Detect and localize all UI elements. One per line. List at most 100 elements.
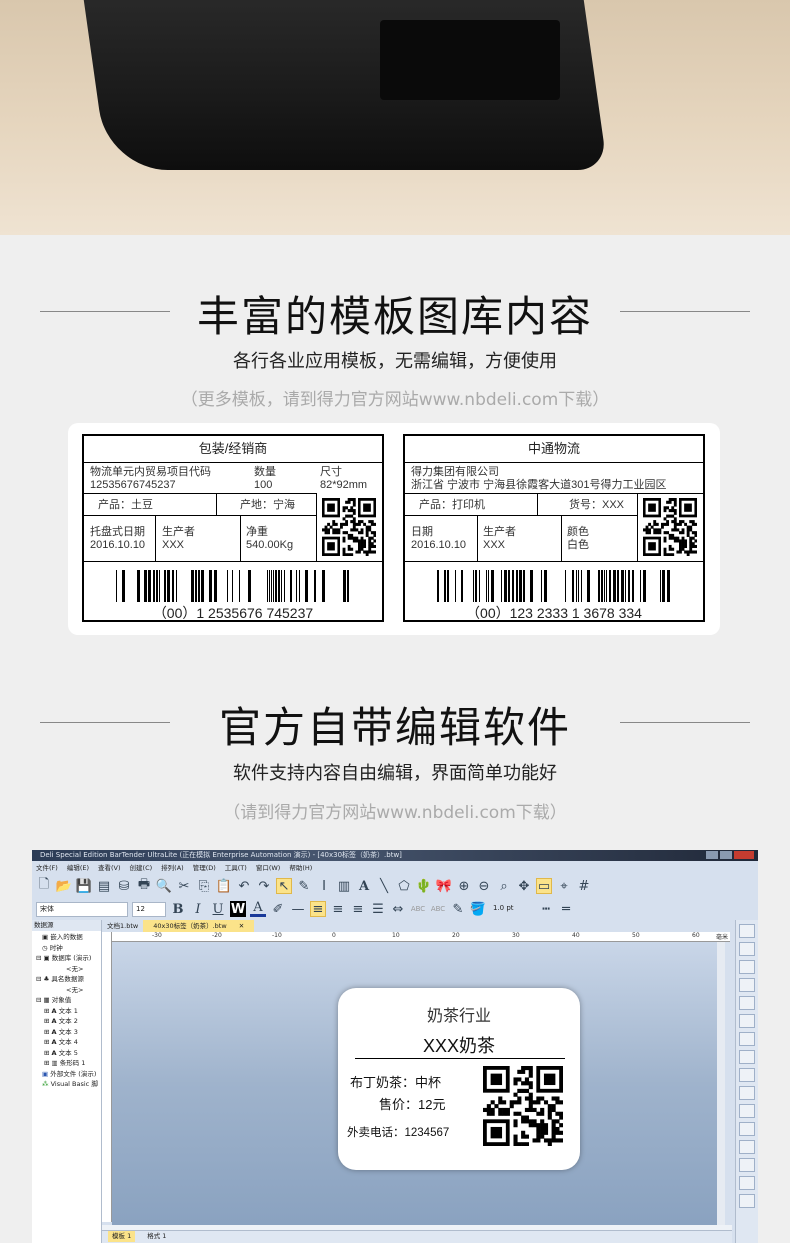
align-tool-button[interactable] [739, 1050, 755, 1064]
undo-icon[interactable]: ↶ [236, 878, 252, 894]
highlight-icon[interactable]: ✐ [270, 901, 286, 917]
vertical-scrollbar[interactable] [717, 942, 725, 1225]
tree-item[interactable]: ⊞ A 文本 4 [36, 1037, 101, 1048]
maximize-button[interactable] [720, 851, 732, 859]
tab-format-1[interactable]: 格式 1 [143, 1231, 170, 1242]
tree-item[interactable]: ▣ 外部文件 (演示) [36, 1069, 101, 1080]
fit-width-icon[interactable]: ⇔ [390, 901, 406, 917]
tree-item[interactable]: ⁂ Visual Basic 脚 [36, 1079, 101, 1090]
shape-tool-icon[interactable]: ⬠ [396, 878, 412, 894]
print-icon[interactable]: 🖶 [136, 877, 152, 894]
tree-item[interactable]: ⊞ A 文本 3 [36, 1027, 101, 1038]
brush-icon[interactable]: ✎ [296, 878, 312, 894]
align-tool-button[interactable] [739, 1086, 755, 1100]
fill-color-icon[interactable]: 🪣 [470, 901, 486, 917]
picture-tool-icon[interactable]: 🌵 [416, 878, 432, 894]
zoom-in-icon[interactable]: ⊕ [456, 878, 472, 894]
qr-module [352, 511, 356, 515]
zoom-page-icon[interactable]: ✥ [516, 878, 532, 894]
encoder-icon[interactable]: 🎀 [436, 878, 452, 894]
grid-icon[interactable]: # [576, 878, 592, 894]
zoom-fit-icon[interactable]: ⌕ [496, 878, 512, 894]
line-tool-icon[interactable]: ╲ [376, 878, 392, 894]
copy-icon[interactable]: ⎘ [196, 878, 212, 894]
pointer-icon[interactable]: ↖ [276, 878, 292, 894]
tree-item[interactable]: ⊟ ▦ 对象值 [36, 995, 101, 1006]
align-tool-button[interactable] [739, 1122, 755, 1136]
tree-item[interactable]: <无> [36, 964, 101, 975]
tree-item[interactable]: ⊞ A 文本 5 [36, 1048, 101, 1059]
font-color-icon[interactable]: A [250, 900, 266, 917]
line-style-icon[interactable]: ┅ [538, 901, 554, 917]
font-size-select[interactable]: 12 [132, 901, 166, 917]
tree-item[interactable]: ⊞ A 文本 2 [36, 1016, 101, 1027]
align-tool-button[interactable] [739, 960, 755, 974]
text-tool-icon[interactable]: A [356, 878, 372, 894]
align-tool-button[interactable] [739, 1014, 755, 1028]
line-type-icon[interactable]: ═ [558, 901, 574, 917]
align-icon[interactable]: ⌖ [556, 878, 572, 894]
menu-arrange[interactable]: 排列(A) [161, 862, 184, 874]
align-tool-button[interactable] [739, 1194, 755, 1208]
minimize-button[interactable] [706, 851, 718, 859]
align-right-icon[interactable]: ≡ [350, 901, 366, 917]
menu-view[interactable]: 查看(V) [98, 862, 121, 874]
redo-icon[interactable]: ↷ [256, 878, 272, 894]
word-wrap-icon[interactable]: W [230, 901, 246, 917]
database-icon[interactable]: ⛁ [116, 878, 132, 894]
menu-window[interactable]: 窗口(W) [256, 862, 281, 874]
tree-item[interactable]: ⊟ ♣ 具名数据源 [36, 974, 101, 985]
italic-icon[interactable]: I [190, 901, 206, 917]
tree-item[interactable]: <无> [36, 985, 101, 996]
barcode-tool-icon[interactable]: ▥ [336, 878, 352, 894]
justify-icon[interactable]: ☰ [370, 901, 386, 917]
align-tool-button[interactable] [739, 1068, 755, 1082]
ruler-toggle-icon[interactable]: ▭ [536, 878, 552, 894]
milk-tea-label[interactable]: 奶茶行业 XXX奶茶 布丁奶茶：中杯 售价：12元 外卖电话：1234567 [338, 988, 580, 1170]
tree-item[interactable]: ▣ 嵌入的数据 [36, 932, 101, 943]
cut-icon[interactable]: ✂ [176, 878, 192, 894]
page-setup-icon[interactable]: ▤ [96, 878, 112, 894]
arc-text-icon[interactable]: ABC [410, 901, 426, 917]
bold-icon[interactable]: B [170, 901, 186, 917]
save-icon[interactable]: 💾 [76, 878, 92, 894]
close-button[interactable] [734, 851, 754, 859]
tree-item[interactable]: ⊞ A 文本 1 [36, 1006, 101, 1017]
align-tool-button[interactable] [739, 1158, 755, 1172]
align-tool-button[interactable] [739, 996, 755, 1010]
menu-create[interactable]: 创建(C) [130, 862, 153, 874]
align-tool-button[interactable] [739, 978, 755, 992]
menu-tools[interactable]: 工具(T) [225, 862, 247, 874]
line-color-icon[interactable]: ✎ [450, 901, 466, 917]
new-icon[interactable]: 🗋 [36, 877, 52, 894]
align-tool-button[interactable] [739, 942, 755, 956]
tree-item[interactable]: ◷ 时钟 [36, 943, 101, 954]
tree-item[interactable]: ⊟ ▣ 数据库 (演示) [36, 953, 101, 964]
tab-milk-tea-label[interactable]: 40x30标签（奶茶）.btw ✕ [143, 920, 255, 932]
open-icon[interactable]: 📂 [56, 878, 72, 894]
menu-file[interactable]: 文件(F) [36, 862, 58, 874]
align-tool-button[interactable] [739, 1140, 755, 1154]
font-select[interactable]: 宋体 [36, 901, 128, 917]
menu-edit[interactable]: 编辑(E) [67, 862, 89, 874]
menu-manage[interactable]: 管理(D) [193, 862, 216, 874]
align-center-icon[interactable]: ≡ [330, 901, 346, 917]
print-preview-icon[interactable]: 🔍 [156, 878, 172, 894]
menu-help[interactable]: 帮助(H) [289, 862, 312, 874]
arc-text-down-icon[interactable]: ABC [430, 901, 446, 917]
tree-item[interactable]: ⊞ ▥ 条形码 1 [36, 1058, 101, 1069]
align-tool-button[interactable] [739, 1104, 755, 1118]
paste-icon[interactable]: 📋 [216, 878, 232, 894]
align-tool-button[interactable] [739, 924, 755, 938]
tab-template-1[interactable]: 模板 1 [108, 1231, 136, 1242]
underline-icon[interactable]: U [210, 901, 226, 917]
align-left-icon[interactable]: ≡ [310, 901, 326, 917]
tab-document1[interactable]: 文档1.btw [102, 920, 143, 932]
horizontal-line-icon[interactable]: — [290, 901, 306, 917]
zoom-out-icon[interactable]: ⊖ [476, 878, 492, 894]
close-tab-icon[interactable]: ✕ [234, 922, 249, 930]
line-width-select[interactable]: 1.0 pt [490, 902, 534, 917]
align-tool-button[interactable] [739, 1032, 755, 1046]
align-tool-button[interactable] [739, 1176, 755, 1190]
text-cursor-icon[interactable]: I [316, 878, 332, 894]
